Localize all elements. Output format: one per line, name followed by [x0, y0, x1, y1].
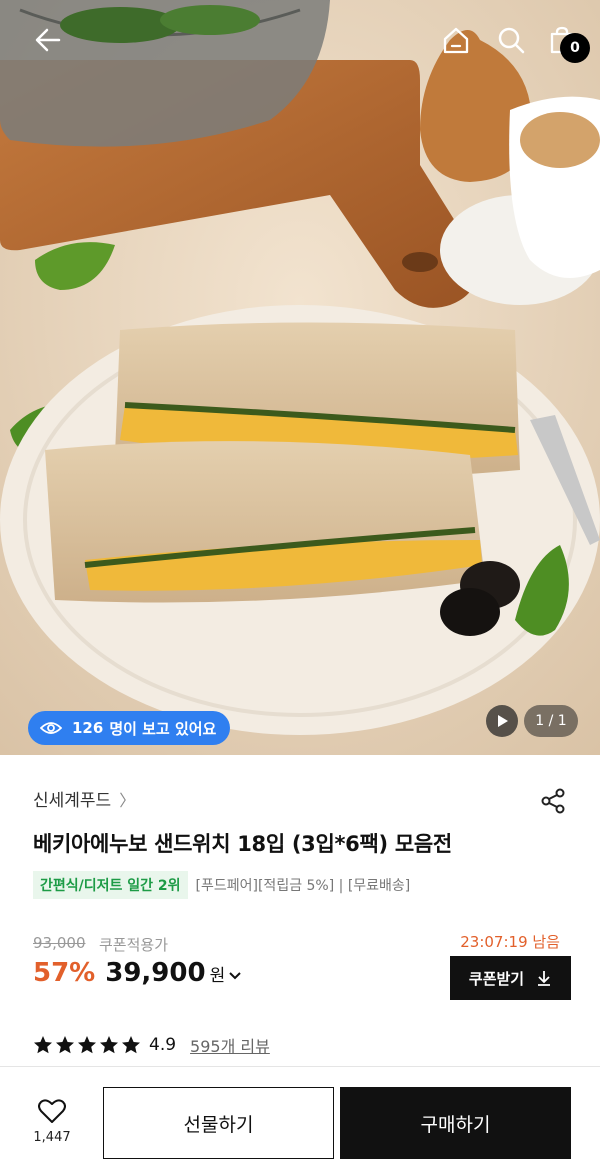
- like-count: 1,447: [33, 1130, 71, 1145]
- promo-tags: [푸드페어][적립금 5%] | [무료배송]: [195, 878, 411, 894]
- product-image-gallery[interactable]: 0 126 명이 보고 있어요 1 / 1: [0, 0, 600, 755]
- star-icon: [56, 1036, 74, 1054]
- star-icon: [122, 1036, 140, 1054]
- chevron-right-icon: 〉: [119, 790, 136, 810]
- gift-button[interactable]: 선물하기: [103, 1087, 334, 1159]
- discount-rate: 57%: [33, 958, 96, 988]
- star-icon: [100, 1036, 118, 1054]
- coupon-button-label: 쿠폰받기: [468, 969, 525, 988]
- star-icon: [78, 1036, 96, 1054]
- rank-badge: 간편식/디저트 일간 2위: [33, 871, 188, 899]
- search-icon: [498, 27, 525, 54]
- top-navigation: 0: [0, 0, 600, 80]
- product-title: 베키아에누보 샌드위치 18입 (3입*6팩) 모음전: [33, 832, 452, 856]
- original-price: 93,000: [33, 934, 86, 952]
- live-viewers-badge: 126 명이 보고 있어요: [28, 711, 231, 745]
- buy-button[interactable]: 구매하기: [340, 1087, 571, 1159]
- rating-value: 4.9: [149, 1035, 177, 1055]
- product-tags: 간편식/디저트 일간 2위 [푸드페어][적립금 5%] | [무료배송]: [33, 871, 410, 899]
- image-pager: 1 / 1: [524, 705, 578, 737]
- product-photo: [0, 0, 600, 755]
- home-icon: [443, 27, 469, 54]
- share-button[interactable]: [536, 784, 570, 818]
- home-button[interactable]: [434, 18, 478, 62]
- countdown-timer: 23:07:19 남음: [460, 933, 560, 951]
- back-button[interactable]: [26, 18, 70, 62]
- share-icon: [541, 788, 565, 814]
- currency-label: 원: [209, 966, 226, 986]
- play-icon: [498, 715, 508, 727]
- cart-count-badge: 0: [560, 33, 590, 63]
- bottom-divider: [0, 1066, 600, 1067]
- brand-name: 신세계푸드: [33, 791, 112, 811]
- rating-summary: 4.9 595개 리뷰: [33, 1033, 270, 1057]
- coupon-price-label: 쿠폰적용가: [99, 936, 169, 954]
- eye-icon: [40, 720, 62, 736]
- price-row[interactable]: 57% 39,900 원: [33, 958, 241, 988]
- reviews-link[interactable]: 595개 리뷰: [190, 1033, 270, 1057]
- arrow-left-icon: [35, 28, 61, 52]
- chevron-down-icon: [229, 969, 241, 985]
- viewers-count: 126: [72, 719, 104, 737]
- like-button[interactable]: 1,447: [24, 1098, 80, 1145]
- play-video-button[interactable]: [486, 705, 518, 737]
- sale-price: 39,900: [105, 958, 206, 988]
- download-icon: [536, 970, 552, 986]
- star-rating: [33, 1035, 143, 1055]
- heart-icon: [38, 1099, 66, 1123]
- brand-link[interactable]: 신세계푸드 〉: [33, 786, 136, 812]
- search-button[interactable]: [489, 18, 533, 62]
- viewers-text: 명이 보고 있어요: [109, 719, 217, 738]
- coupon-download-button[interactable]: 쿠폰받기: [450, 956, 571, 1000]
- star-icon: [34, 1036, 52, 1054]
